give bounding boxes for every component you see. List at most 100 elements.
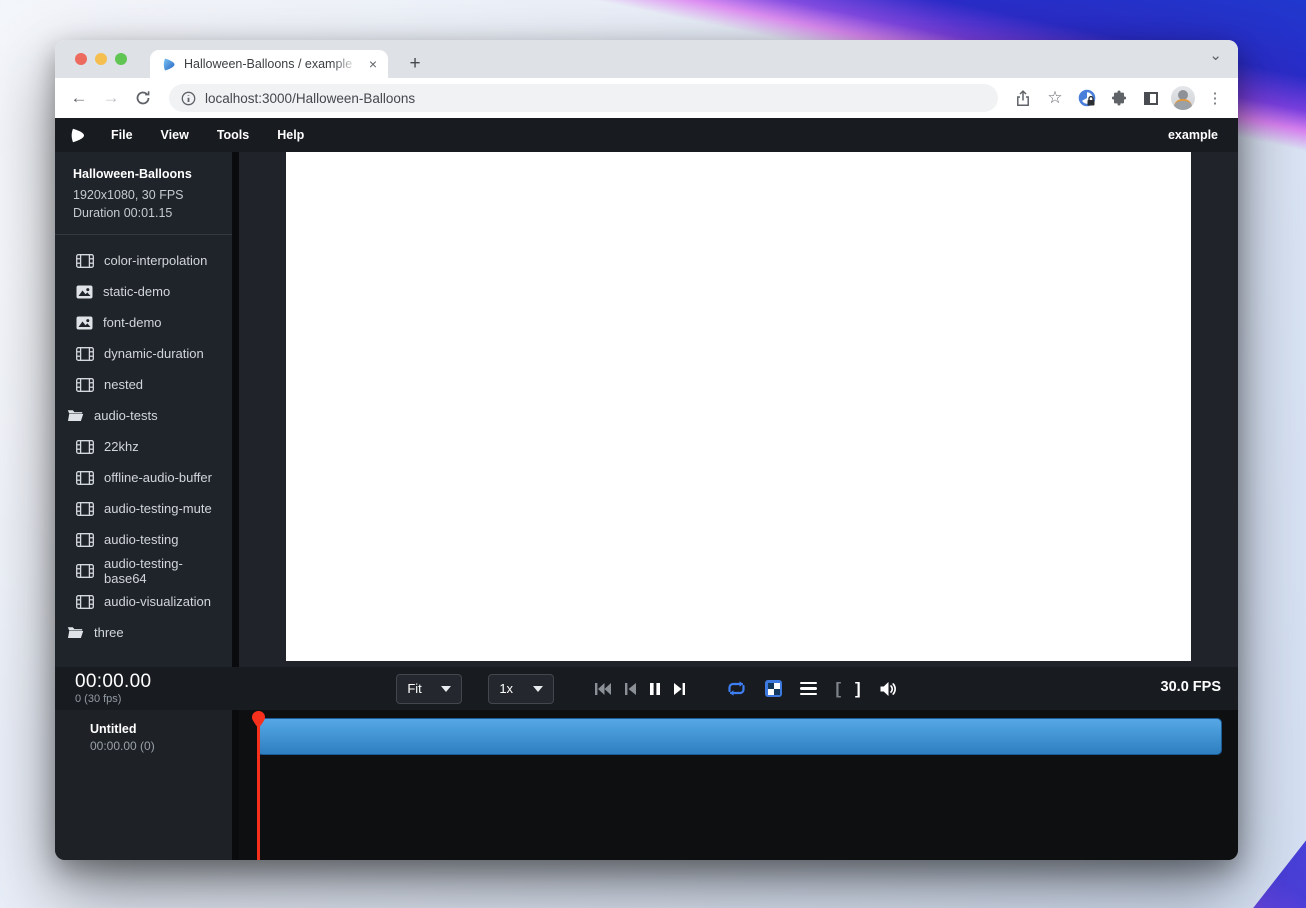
- speed-select[interactable]: 1x: [488, 674, 554, 704]
- composition-item[interactable]: three: [55, 617, 232, 648]
- composition-item[interactable]: nested: [55, 369, 232, 400]
- in-point-icon[interactable]: [: [835, 680, 841, 697]
- composition-item[interactable]: 22khz: [55, 431, 232, 462]
- playhead-pin-icon[interactable]: [250, 711, 267, 729]
- toolbar-actions: ☆ ⋮: [1010, 85, 1228, 111]
- browser-tab[interactable]: Halloween-Balloons / example ×: [150, 50, 388, 78]
- bookmark-star-icon[interactable]: ☆: [1042, 85, 1068, 111]
- composition-item[interactable]: color-interpolation: [55, 245, 232, 276]
- chevron-down-icon: [441, 686, 451, 692]
- still-image-icon: [76, 316, 93, 330]
- app-menubar: File View Tools Help example: [55, 118, 1238, 152]
- film-icon: [76, 347, 94, 361]
- project-info: Halloween-Balloons 1920x1080, 30 FPS Dur…: [55, 152, 232, 235]
- browser-toolbar: ← → localhost:3000/Halloween-Balloons: [55, 78, 1238, 118]
- composition-label: audio-tests: [94, 408, 158, 423]
- zoom-window-button[interactable]: [115, 53, 127, 65]
- composition-canvas[interactable]: [286, 152, 1191, 661]
- new-tab-button[interactable]: +: [401, 50, 429, 78]
- timeline-resize-handle[interactable]: [232, 710, 239, 860]
- composition-list: color-interpolation: [55, 235, 232, 648]
- film-icon: [76, 440, 94, 454]
- skip-to-start-icon[interactable]: [594, 682, 612, 696]
- composition-label: audio-testing-base64: [104, 556, 224, 586]
- still-image-icon: [76, 285, 93, 299]
- volume-icon[interactable]: [879, 681, 897, 697]
- film-icon: [76, 533, 94, 547]
- chevron-down-icon: [533, 686, 543, 692]
- timeline-track-names: Untitled 00:00.00 (0): [55, 710, 232, 860]
- composition-label: dynamic-duration: [104, 346, 204, 361]
- composition-label: audio-testing: [104, 532, 178, 547]
- browser-window: Halloween-Balloons / example × + ⌄ ← → l…: [55, 40, 1238, 860]
- folder-icon: [67, 409, 84, 422]
- tab-title: Halloween-Balloons / example: [184, 57, 358, 71]
- composition-item[interactable]: audio-testing-mute: [55, 493, 232, 524]
- timeline-rows-icon[interactable]: [800, 682, 817, 696]
- composition-item[interactable]: audio-testing: [55, 524, 232, 555]
- pause-icon[interactable]: [649, 682, 661, 696]
- tab-close-icon[interactable]: ×: [366, 56, 380, 72]
- menu-file[interactable]: File: [100, 128, 144, 142]
- menubar-example-label[interactable]: example: [1168, 128, 1224, 142]
- share-icon[interactable]: [1010, 85, 1036, 111]
- composition-item[interactable]: audio-visualization: [55, 586, 232, 617]
- film-icon: [76, 595, 94, 609]
- current-time: 00:00.00: [75, 671, 151, 693]
- project-duration: Duration 00:01.15: [73, 206, 214, 220]
- profile-avatar[interactable]: [1170, 85, 1196, 111]
- menu-help[interactable]: Help: [266, 128, 315, 142]
- menu-tools[interactable]: Tools: [206, 128, 260, 142]
- site-info-icon[interactable]: [181, 91, 196, 106]
- composition-label: offline-audio-buffer: [104, 470, 212, 485]
- privacy-extension-icon[interactable]: [1074, 85, 1100, 111]
- project-specs: 1920x1080, 30 FPS: [73, 188, 214, 202]
- tab-search-chevron-icon[interactable]: ⌄: [1209, 46, 1222, 64]
- composition-label: font-demo: [103, 315, 162, 330]
- playhead-line[interactable]: [257, 716, 260, 860]
- composition-item[interactable]: font-demo: [55, 307, 232, 338]
- next-frame-icon[interactable]: [673, 682, 686, 696]
- composition-label: audio-testing-mute: [104, 501, 212, 516]
- forward-icon[interactable]: →: [97, 84, 125, 112]
- current-frame: 0 (30 fps): [75, 693, 151, 705]
- composition-item[interactable]: audio-testing-base64: [55, 555, 232, 586]
- folder-icon: [67, 626, 84, 639]
- timeline: Untitled 00:00.00 (0): [55, 710, 1238, 860]
- timeline-track-area[interactable]: [239, 710, 1238, 860]
- reload-icon[interactable]: [129, 84, 157, 112]
- url-text[interactable]: localhost:3000/Halloween-Balloons: [205, 91, 415, 106]
- sidebar-resize-handle[interactable]: [232, 152, 239, 667]
- tab-favicon: [162, 57, 176, 72]
- composition-item[interactable]: audio-tests: [55, 400, 232, 431]
- minimize-window-button[interactable]: [95, 53, 107, 65]
- out-point-icon[interactable]: ]: [855, 680, 861, 697]
- extensions-puzzle-icon[interactable]: [1106, 85, 1132, 111]
- remotion-studio: File View Tools Help example Halloween-B…: [55, 118, 1238, 860]
- composition-label: color-interpolation: [104, 253, 207, 268]
- transparency-checkerboard-icon[interactable]: [765, 680, 782, 697]
- playback-controlbar: 00:00.00 0 (30 fps) Fit 1x: [55, 667, 1238, 710]
- composition-item[interactable]: dynamic-duration: [55, 338, 232, 369]
- composition-item[interactable]: offline-audio-buffer: [55, 462, 232, 493]
- workspace: Halloween-Balloons 1920x1080, 30 FPS Dur…: [55, 152, 1238, 667]
- close-window-button[interactable]: [75, 53, 87, 65]
- composition-label: 22khz: [104, 439, 139, 454]
- timeline-clip-bar[interactable]: [257, 718, 1222, 755]
- preview-area: [239, 152, 1238, 667]
- size-select[interactable]: Fit: [396, 674, 462, 704]
- back-icon[interactable]: ←: [65, 84, 93, 112]
- address-bar[interactable]: localhost:3000/Halloween-Balloons: [169, 84, 998, 112]
- loop-icon[interactable]: [726, 680, 747, 697]
- remotion-logo-icon[interactable]: [69, 127, 86, 144]
- composition-label: static-demo: [103, 284, 170, 299]
- film-icon: [76, 564, 94, 578]
- film-icon: [76, 378, 94, 392]
- side-panel-icon[interactable]: [1138, 85, 1164, 111]
- track-info: 00:00.00 (0): [90, 739, 224, 753]
- composition-label: nested: [104, 377, 143, 392]
- menu-view[interactable]: View: [150, 128, 200, 142]
- composition-item[interactable]: static-demo: [55, 276, 232, 307]
- browser-menu-icon[interactable]: ⋮: [1202, 85, 1228, 111]
- previous-frame-icon[interactable]: [624, 682, 637, 696]
